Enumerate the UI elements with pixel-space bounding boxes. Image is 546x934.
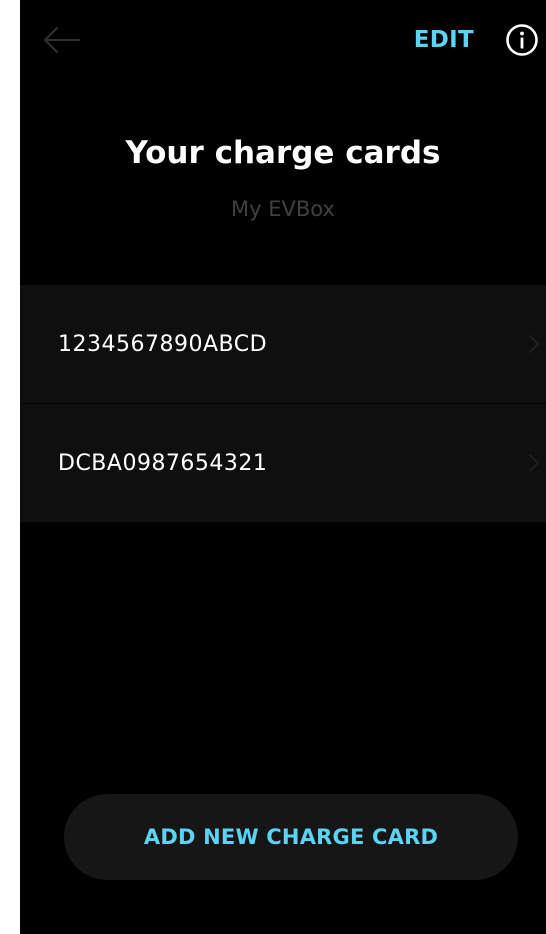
top-bar: EDIT [20, 0, 546, 80]
add-charge-card-label: ADD NEW CHARGE CARD [143, 825, 439, 849]
chevron-right-icon [529, 335, 539, 353]
charge-cards-screen: EDIT Your charge cards My EVBox 12345678… [20, 0, 546, 934]
card-number: 1234567890ABCD [58, 331, 268, 357]
charge-card-list: 1234567890ABCD DCBA0987654321 [20, 285, 546, 523]
back-button[interactable] [40, 20, 82, 60]
charge-card-row[interactable]: 1234567890ABCD [20, 285, 546, 404]
chevron-right-icon [529, 454, 539, 472]
charge-card-row[interactable]: DCBA0987654321 [20, 404, 546, 523]
add-charge-card-button[interactable]: ADD NEW CHARGE CARD [64, 794, 518, 880]
page-title: Your charge cards [125, 135, 441, 171]
header: Your charge cards My EVBox [20, 130, 546, 224]
info-button[interactable] [504, 22, 540, 58]
edit-button[interactable]: EDIT [414, 24, 474, 56]
arrow-left-icon [43, 26, 81, 54]
page-subtitle: My EVBox [231, 197, 335, 221]
card-number: DCBA0987654321 [58, 450, 268, 476]
info-circle-icon [506, 24, 538, 56]
